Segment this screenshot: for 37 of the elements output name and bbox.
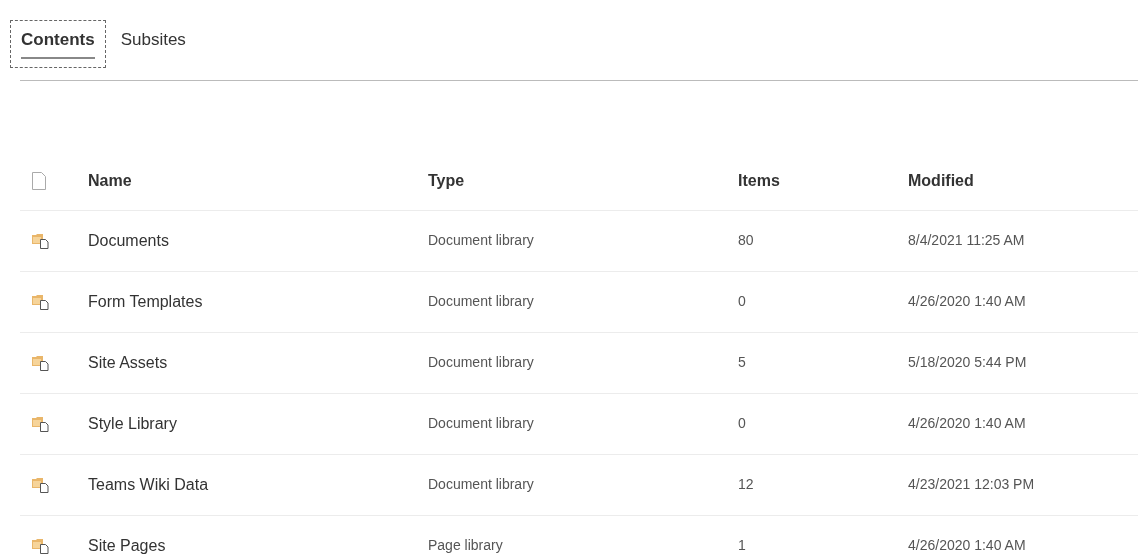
file-icon [32,172,46,190]
items-cell-text: 0 [738,292,747,311]
modified-cell-text: 4/26/2020 1:40 AM [908,536,1027,555]
library-name[interactable]: Form Templates [88,289,428,314]
library-name[interactable]: Style Library [88,411,428,436]
library-icon [32,537,49,554]
library-name[interactable]: Site Pages [88,533,428,558]
type-cell-text: Document library [428,475,535,494]
items-cell-text: 80 [738,231,755,250]
library-icon [32,354,49,371]
items-cell-text: 1 [738,536,747,555]
modified-header[interactable]: Modified [908,169,1138,193]
items-cell-text: 0 [738,414,747,433]
items-header[interactable]: Items [738,169,908,193]
library-name[interactable]: Teams Wiki Data [88,472,428,497]
modified-cell-text: 4/26/2020 1:40 AM [908,292,1027,311]
library-icon [32,232,49,249]
modified-cell-text: 8/4/2021 11:25 AM [908,231,1026,250]
library-icon [32,415,49,432]
tab[interactable]: Subsites [109,20,197,68]
type-cell-text: Document library [428,231,535,250]
items-cell-text: 5 [738,353,747,372]
modified-cell-text: 4/26/2020 1:40 AM [908,414,1027,433]
type-header[interactable]: Type [428,169,738,193]
modified-cell-text: 4/23/2021 12:03 PM [908,475,1036,494]
type-cell-text: Document library [428,292,535,311]
type-cell-text: Page library [428,536,504,555]
modified-cell-text: 5/18/2020 5:44 PM [908,353,1028,372]
library-name[interactable]: Documents [88,228,428,253]
tab[interactable]: Contents [10,20,106,68]
items-cell-text: 12 [738,475,755,494]
library-name[interactable]: Site Assets [88,350,428,375]
library-icon [32,293,49,310]
library-icon [32,476,49,493]
type-cell-text: Document library [428,353,535,372]
name-header[interactable]: Name [88,169,428,193]
type-cell-text: Document library [428,414,535,433]
